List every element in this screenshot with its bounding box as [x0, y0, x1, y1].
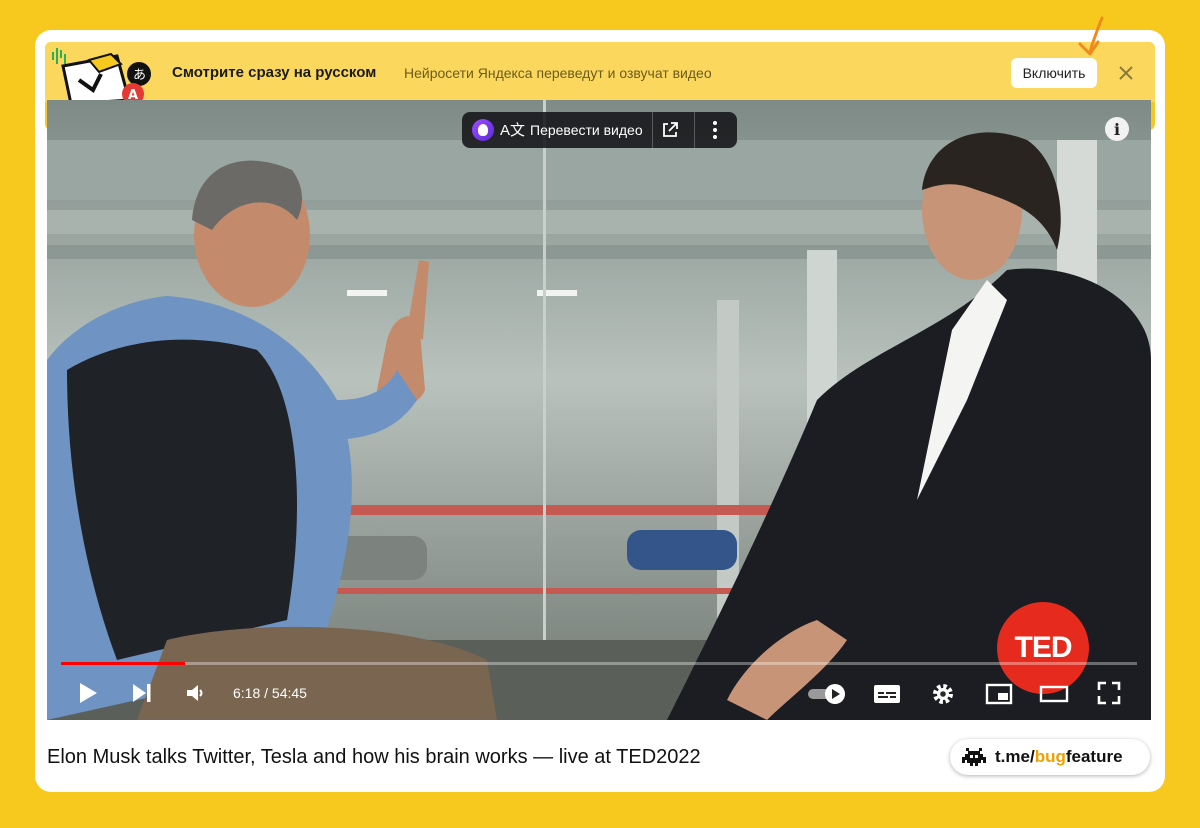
- credit-prefix: t.me/: [995, 747, 1035, 766]
- yandex-translate-mascot-icon: あ A: [49, 44, 159, 106]
- translate-icon: A文: [500, 122, 526, 139]
- progress-bar[interactable]: [61, 662, 1137, 665]
- next-icon[interactable]: [131, 683, 153, 703]
- translate-video-bar[interactable]: A文 Перевести видео: [462, 112, 737, 148]
- credit-suffix: feature: [1065, 747, 1123, 766]
- more-vertical-icon[interactable]: [704, 119, 726, 141]
- telegram-link[interactable]: t.me/bugfeature: [995, 747, 1123, 767]
- arrow-pointer-icon: [1078, 16, 1104, 56]
- translate-video-label[interactable]: Перевести видео: [530, 122, 643, 138]
- pill-divider: [694, 112, 695, 148]
- play-icon[interactable]: [77, 681, 99, 705]
- subtitles-icon[interactable]: [873, 684, 901, 704]
- time-display: 6:18 / 54:45: [233, 685, 307, 701]
- banner-subtitle: Нейросети Яндекса переведут и озвучат ви…: [404, 65, 712, 81]
- telegram-credit-badge[interactable]: t.me/bugfeature: [950, 739, 1150, 775]
- video-player[interactable]: A文 Перевести видео i TED 6:18 / 54:45: [47, 100, 1151, 720]
- autoplay-toggle-icon[interactable]: [807, 683, 847, 705]
- info-icon[interactable]: i: [1105, 117, 1129, 141]
- fullscreen-icon[interactable]: [1097, 681, 1121, 705]
- content-card: あ A Смотрите сразу на русском Нейросети …: [35, 16, 1165, 792]
- alice-assistant-icon[interactable]: [472, 119, 494, 141]
- miniplayer-icon[interactable]: [985, 683, 1013, 705]
- video-title[interactable]: Elon Musk talks Twitter, Tesla and how h…: [47, 746, 701, 769]
- ted-logo: TED: [997, 602, 1089, 694]
- settings-gear-icon[interactable]: [931, 682, 955, 706]
- credit-highlight: bug: [1034, 747, 1066, 766]
- video-frame: [47, 100, 1151, 720]
- svg-text:あ: あ: [133, 68, 146, 83]
- theater-mode-icon[interactable]: [1039, 685, 1069, 703]
- close-icon[interactable]: [1113, 60, 1139, 86]
- pill-divider: [652, 112, 653, 148]
- volume-icon[interactable]: [185, 683, 207, 703]
- space-invader-icon: [962, 748, 986, 766]
- external-link-icon[interactable]: [660, 120, 680, 140]
- enable-translation-button[interactable]: Включить: [1011, 58, 1097, 88]
- banner-title: Смотрите сразу на русском: [172, 64, 377, 81]
- progress-fill: [61, 662, 185, 665]
